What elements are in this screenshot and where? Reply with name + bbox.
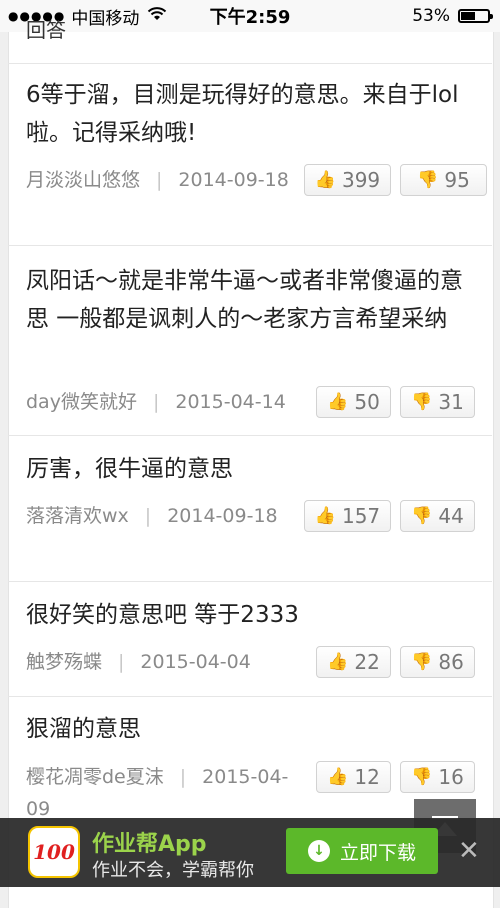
upvote-button[interactable]: 👍 12 [316, 761, 391, 793]
answer-meta: day微笑就好 | 2015-04-14 [26, 391, 286, 413]
downvote-count: 31 [438, 390, 464, 414]
answer-date: 2014-09-18 [178, 169, 289, 191]
divider [8, 435, 492, 436]
app-name: 作业帮App [92, 832, 207, 857]
thumbs-down-icon: 👎 [411, 505, 433, 526]
upvote-button[interactable]: 👍 50 [316, 386, 391, 418]
downvote-button[interactable]: 👎 95 [400, 164, 487, 196]
upvote-count: 22 [354, 650, 380, 674]
answer-text: 凤阳话～就是非常牛逼～或者非常傻逼的意思 一般都是讽刺人的～老家方言希望采纳 [26, 268, 463, 332]
answer-author[interactable]: 落落清欢wx [26, 505, 129, 527]
download-label: 立即下载 [339, 841, 416, 864]
download-icon: ↓ [307, 840, 330, 862]
downvote-button[interactable]: 👎 44 [400, 500, 475, 532]
answer-meta: 月淡淡山悠悠 | 2014-09-18 [26, 169, 289, 191]
downvote-count: 44 [438, 504, 464, 528]
upvote-button[interactable]: 👍 157 [304, 500, 391, 532]
thumbs-down-icon: 👎 [411, 766, 433, 787]
divider [8, 581, 492, 582]
upvote-count: 50 [354, 390, 380, 414]
answer-text: 很好笑的意思吧 等于2333 [26, 602, 299, 628]
answer-text: 6等于溜，目测是玩得好的意思。来自于lol 啦。记得采纳哦! [26, 82, 459, 146]
downvote-count: 86 [438, 650, 464, 674]
answer-meta: 樱花凋零de夏沫 | 2015-04-09 [26, 766, 289, 820]
answer-date: 2015-04-04 [140, 651, 251, 673]
upvote-button[interactable]: 👍 22 [316, 646, 391, 678]
answer-author[interactable]: 月淡淡山悠悠 [26, 169, 140, 191]
thumbs-up-icon: 👍 [327, 391, 349, 412]
upvote-count: 399 [341, 168, 381, 192]
app-logo: 100 [28, 826, 80, 878]
battery-percent: 53% [412, 6, 450, 26]
answer-meta: 触梦殇蝶 | 2015-04-04 [26, 651, 251, 673]
section-title: 回答 [26, 18, 66, 42]
thumbs-down-icon: 👎 [411, 651, 433, 672]
divider [8, 696, 492, 697]
close-banner-button[interactable]: ✕ [458, 838, 480, 864]
app-download-banner: 100 作业帮App 作业不会，学霸帮你 ↓ 立即下载 ✕ [0, 818, 500, 887]
answer-meta: 落落清欢wx | 2014-09-18 [26, 505, 278, 527]
app-slogan: 作业不会，学霸帮你 [92, 860, 254, 881]
thumbs-up-icon: 👍 [327, 651, 349, 672]
answer-date: 2015-04-14 [175, 391, 286, 413]
thumbs-up-icon: 👍 [327, 766, 349, 787]
thumbs-up-icon: 👍 [314, 169, 336, 190]
answer-date: 2014-09-18 [167, 505, 278, 527]
thumbs-up-icon: 👍 [314, 505, 336, 526]
divider [8, 63, 492, 64]
battery-icon [458, 9, 493, 23]
thumbs-down-icon: 👎 [417, 169, 439, 190]
upvote-button[interactable]: 👍 399 [304, 164, 391, 196]
answer-author[interactable]: 触梦殇蝶 [26, 651, 102, 673]
divider [8, 245, 492, 246]
status-bar: ●●●●● 中国移动 下午2:59 53% [0, 0, 500, 32]
thumbs-down-icon: 👎 [411, 391, 433, 412]
answer-author[interactable]: 樱花凋零de夏沫 [26, 766, 164, 788]
upvote-count: 12 [354, 765, 380, 789]
downvote-button[interactable]: 👎 31 [400, 386, 475, 418]
downvote-count: 95 [444, 168, 470, 192]
upvote-count: 157 [341, 504, 381, 528]
answer-text: 狠溜的意思 [26, 716, 141, 742]
answer-author[interactable]: day微笑就好 [26, 391, 137, 413]
downvote-button[interactable]: 👎 86 [400, 646, 475, 678]
download-button[interactable]: ↓ 立即下载 [286, 828, 438, 874]
answer-text: 厉害，很牛逼的意思 [26, 456, 233, 482]
downvote-count: 16 [438, 765, 464, 789]
downvote-button[interactable]: 👎 16 [400, 761, 475, 793]
